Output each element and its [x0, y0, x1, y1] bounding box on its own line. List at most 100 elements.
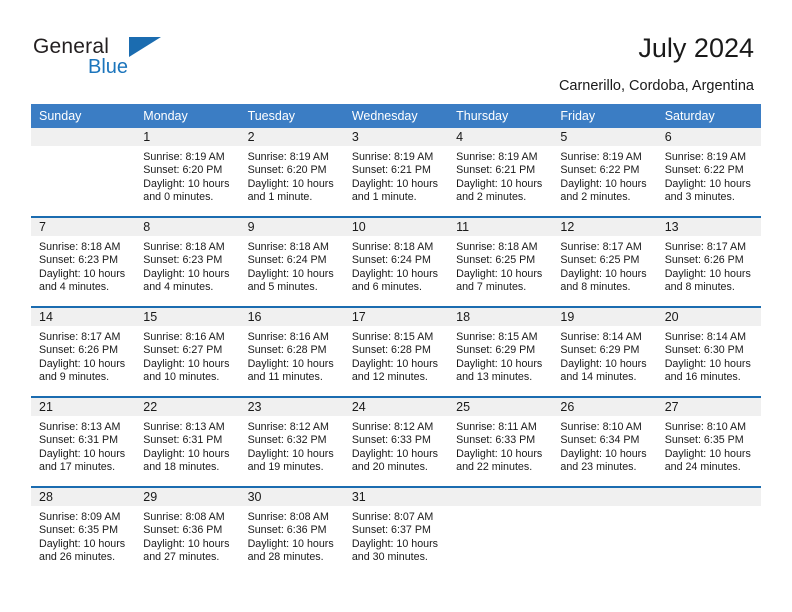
calendar-day-cell[interactable]: 4 Sunrise: 8:19 AM Sunset: 6:21 PM Daylight…: [448, 128, 553, 217]
calendar-day-cell[interactable]: 9 Sunrise: 8:18 AM Sunset: 6:24 PM Daylight…: [239, 216, 344, 307]
day-details: Sunrise: 8:17 AM Sunset: 6:26 PM Daylight:…: [31, 326, 135, 385]
sunset-text: Sunset: 6:22 PM: [664, 164, 744, 177]
daylight-text-line2: and 1 minute.: [351, 191, 417, 204]
day-number: 29: [135, 488, 240, 506]
sunset-text: Sunset: 6:20 PM: [247, 164, 327, 177]
brand-logo[interactable]: General Blue: [33, 35, 213, 81]
calendar-day-cell[interactable]: 15 Sunrise: 8:16 AM Sunset: 6:27 PM Dayligh…: [135, 306, 240, 397]
day-cell-inner: 29 Sunrise: 8:08 AM Sunset: 6:36 PM Dayligh…: [135, 488, 240, 576]
day-cell-inner: 22 Sunrise: 8:13 AM Sunset: 6:31 PM Dayligh…: [135, 398, 240, 486]
calendar-day-cell[interactable]: 14 Sunrise: 8:17 AM Sunset: 6:26 PM Dayligh…: [31, 306, 136, 397]
daylight-text-line1: Daylight: 10 hours: [39, 357, 126, 370]
day-number: 5: [552, 128, 657, 146]
calendar-day-cell[interactable]: 23 Sunrise: 8:12 AM Sunset: 6:32 PM Dayligh…: [239, 396, 344, 487]
daylight-text-line2: and 0 minutes.: [143, 191, 214, 204]
sunset-text: Sunset: 6:29 PM: [560, 344, 640, 357]
day-details: Sunrise: 8:16 AM Sunset: 6:27 PM Daylight:…: [135, 326, 239, 385]
day-details: Sunrise: 8:19 AM Sunset: 6:21 PM Daylight:…: [448, 146, 552, 205]
day-details: Sunrise: 8:19 AM Sunset: 6:21 PM Daylight:…: [344, 146, 448, 205]
calendar-table: Sunday Monday Tuesday Wednesday Thursday…: [31, 104, 761, 576]
calendar-day-cell[interactable]: 28 Sunrise: 8:09 AM Sunset: 6:35 PM Dayligh…: [31, 486, 136, 576]
daylight-text-line1: Daylight: 10 hours: [456, 267, 543, 280]
day-number: 1: [135, 128, 240, 146]
day-cell-inner: 12 Sunrise: 8:17 AM Sunset: 6:25 PM Dayligh…: [552, 218, 657, 306]
calendar-body: 1 Sunrise: 8:19 AM Sunset: 6:20 PM Daylight…: [31, 128, 761, 576]
daylight-text-line1: Daylight: 10 hours: [143, 357, 230, 370]
day-cell-inner: 16 Sunrise: 8:16 AM Sunset: 6:28 PM Dayligh…: [239, 308, 344, 396]
weekday-header-friday: Friday: [552, 104, 657, 128]
calendar-day-cell[interactable]: 1 Sunrise: 8:19 AM Sunset: 6:20 PM Daylight…: [135, 128, 240, 217]
sunrise-text: Sunrise: 8:10 AM: [560, 421, 642, 433]
sunrise-text: Sunrise: 8:15 AM: [351, 331, 434, 343]
calendar-day-cell[interactable]: 10 Sunrise: 8:18 AM Sunset: 6:24 PM Dayligh…: [343, 216, 449, 307]
calendar-week-row: 14 Sunrise: 8:17 AM Sunset: 6:26 PM Dayligh…: [31, 306, 761, 397]
day-details: Sunrise: 8:11 AM Sunset: 6:33 PM Daylight:…: [448, 416, 552, 475]
day-details: Sunrise: 8:18 AM Sunset: 6:24 PM Daylight:…: [240, 236, 344, 295]
calendar-day-cell[interactable]: 6 Sunrise: 8:19 AM Sunset: 6:22 PM Daylight…: [656, 128, 761, 217]
day-details: Sunrise: 8:17 AM Sunset: 6:25 PM Daylight:…: [552, 236, 656, 295]
calendar-day-cell[interactable]: 17 Sunrise: 8:15 AM Sunset: 6:28 PM Dayligh…: [343, 306, 449, 397]
daylight-text-line1: Daylight: 10 hours: [39, 447, 126, 460]
sunset-text: Sunset: 6:24 PM: [351, 254, 431, 267]
sunset-text: Sunset: 6:33 PM: [351, 434, 431, 447]
daylight-text-line2: and 5 minutes.: [247, 281, 318, 294]
calendar-day-cell[interactable]: 29 Sunrise: 8:08 AM Sunset: 6:36 PM Dayligh…: [135, 486, 240, 576]
daylight-text-line1: Daylight: 10 hours: [143, 177, 230, 190]
day-cell-inner: 24 Sunrise: 8:12 AM Sunset: 6:33 PM Dayligh…: [343, 398, 449, 486]
day-cell-inner: [448, 488, 553, 576]
day-number: 3: [343, 128, 449, 146]
calendar-day-cell[interactable]: 26 Sunrise: 8:10 AM Sunset: 6:34 PM Dayligh…: [552, 396, 657, 487]
day-cell-inner: 7 Sunrise: 8:18 AM Sunset: 6:23 PM Daylight…: [31, 218, 136, 306]
daylight-text-line1: Daylight: 10 hours: [143, 447, 230, 460]
calendar-day-cell[interactable]: 21 Sunrise: 8:13 AM Sunset: 6:31 PM Dayligh…: [31, 396, 136, 487]
sunrise-text: Sunrise: 8:13 AM: [39, 421, 121, 433]
sunset-text: Sunset: 6:31 PM: [143, 434, 223, 447]
calendar-day-cell[interactable]: 8 Sunrise: 8:18 AM Sunset: 6:23 PM Daylight…: [135, 216, 240, 307]
brand-name-blue: Blue: [88, 56, 129, 78]
sunset-text: Sunset: 6:33 PM: [456, 434, 536, 447]
calendar-day-cell[interactable]: 12 Sunrise: 8:17 AM Sunset: 6:25 PM Dayligh…: [552, 216, 657, 307]
calendar-day-cell[interactable]: 19 Sunrise: 8:14 AM Sunset: 6:29 PM Dayligh…: [552, 306, 657, 397]
day-number: 31: [343, 488, 449, 506]
daylight-text-line2: and 3 minutes.: [664, 191, 735, 204]
calendar-day-cell[interactable]: 22 Sunrise: 8:13 AM Sunset: 6:31 PM Dayligh…: [135, 396, 240, 487]
calendar-day-cell[interactable]: 13 Sunrise: 8:17 AM Sunset: 6:26 PM Dayligh…: [656, 216, 761, 307]
day-cell-inner: 8 Sunrise: 8:18 AM Sunset: 6:23 PM Daylight…: [135, 218, 240, 306]
sunrise-text: Sunrise: 8:19 AM: [456, 151, 538, 163]
daylight-text-line2: and 11 minutes.: [247, 371, 323, 384]
day-details: Sunrise: 8:15 AM Sunset: 6:29 PM Daylight:…: [448, 326, 552, 385]
daylight-text-line1: Daylight: 10 hours: [39, 267, 126, 280]
daylight-text-line2: and 24 minutes.: [664, 461, 741, 474]
day-details: Sunrise: 8:18 AM Sunset: 6:23 PM Daylight:…: [31, 236, 135, 295]
calendar-day-cell[interactable]: 7 Sunrise: 8:18 AM Sunset: 6:23 PM Daylight…: [31, 216, 136, 307]
calendar-day-cell[interactable]: 24 Sunrise: 8:12 AM Sunset: 6:33 PM Dayligh…: [343, 396, 449, 487]
calendar-day-cell[interactable]: 30 Sunrise: 8:08 AM Sunset: 6:36 PM Dayligh…: [239, 486, 344, 576]
daylight-text-line2: and 4 minutes.: [39, 281, 110, 294]
calendar-day-cell[interactable]: 16 Sunrise: 8:16 AM Sunset: 6:28 PM Dayligh…: [239, 306, 344, 397]
calendar-day-cell[interactable]: 5 Sunrise: 8:19 AM Sunset: 6:22 PM Daylight…: [552, 128, 657, 217]
weekday-header-monday: Monday: [135, 104, 240, 128]
day-details: Sunrise: 8:19 AM Sunset: 6:22 PM Daylight:…: [552, 146, 656, 205]
calendar-day-cell[interactable]: 2 Sunrise: 8:19 AM Sunset: 6:20 PM Daylight…: [239, 128, 344, 217]
daylight-text-line2: and 2 minutes.: [456, 191, 527, 204]
calendar-day-cell[interactable]: 3 Sunrise: 8:19 AM Sunset: 6:21 PM Daylight…: [343, 128, 449, 217]
calendar-day-cell[interactable]: 27 Sunrise: 8:10 AM Sunset: 6:35 PM Dayligh…: [656, 396, 761, 487]
calendar-page: General Blue July 2024 Carnerillo, Cordo…: [0, 0, 792, 612]
calendar-day-cell[interactable]: 11 Sunrise: 8:18 AM Sunset: 6:25 PM Dayligh…: [448, 216, 553, 307]
weekday-header-thursday: Thursday: [448, 104, 553, 128]
daylight-text-line1: Daylight: 10 hours: [351, 447, 438, 460]
sunrise-text: Sunrise: 8:17 AM: [664, 241, 747, 253]
calendar-day-cell[interactable]: 25 Sunrise: 8:11 AM Sunset: 6:33 PM Dayligh…: [448, 396, 553, 487]
sunset-text: Sunset: 6:26 PM: [39, 344, 119, 357]
daylight-text-line1: Daylight: 10 hours: [560, 357, 647, 370]
calendar-day-cell[interactable]: 20 Sunrise: 8:14 AM Sunset: 6:30 PM Dayligh…: [656, 306, 761, 397]
calendar-grid-container: Sunday Monday Tuesday Wednesday Thursday…: [31, 104, 761, 576]
day-cell-inner: 6 Sunrise: 8:19 AM Sunset: 6:22 PM Daylight…: [656, 128, 761, 216]
sunrise-text: Sunrise: 8:14 AM: [664, 331, 747, 343]
sunset-text: Sunset: 6:25 PM: [456, 254, 536, 267]
calendar-day-cell[interactable]: 18 Sunrise: 8:15 AM Sunset: 6:29 PM Dayligh…: [448, 306, 553, 397]
sunset-text: Sunset: 6:21 PM: [456, 164, 536, 177]
sunset-text: Sunset: 6:35 PM: [664, 434, 744, 447]
calendar-day-cell[interactable]: 31 Sunrise: 8:07 AM Sunset: 6:37 PM Dayligh…: [343, 486, 449, 576]
daylight-text-line1: Daylight: 10 hours: [560, 447, 647, 460]
